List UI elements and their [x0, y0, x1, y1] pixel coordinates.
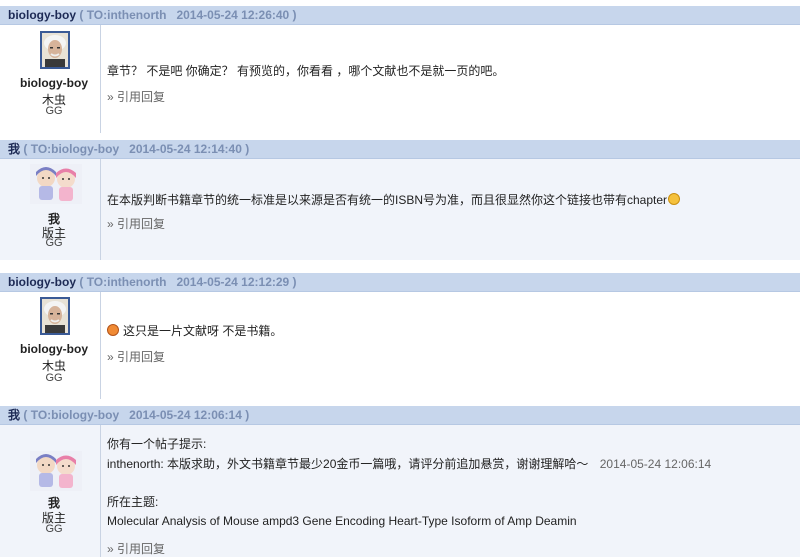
post-3: biology-boy ( TO:inthenorth 2014-05-24 12… [0, 273, 800, 399]
post-date: 2014-05-24 12:12:29 [176, 275, 290, 289]
user-group: GG [45, 372, 63, 384]
quote-reply-link[interactable]: » 引用回复 [107, 540, 165, 557]
post-header: 我 ( TO:biology-boy 2014-05-24 12:06:14 ) [0, 406, 800, 425]
user-name[interactable]: biology-boy [8, 76, 100, 90]
post-body: 我 版主 GG 你有一个帖子提示: inthenorth: 本版求助，外文书籍章… [0, 425, 800, 557]
user-group: GG [45, 105, 63, 117]
einstein-avatar-icon[interactable] [40, 297, 70, 335]
cartoon-couple-avatar-icon[interactable] [30, 451, 82, 491]
post-header: biology-boy ( TO:inthenorth 2014-05-24 12… [0, 6, 800, 25]
post-author[interactable]: 我 [8, 142, 20, 156]
sweat-emoji-icon [107, 324, 119, 336]
post-date: 2014-05-24 12:26:40 [176, 8, 290, 22]
notice-date: 2014-05-24 12:06:14 [599, 457, 712, 471]
post-header: biology-boy ( TO:inthenorth 2014-05-24 12… [0, 273, 800, 292]
quote-reply-link[interactable]: » 引用回复 [107, 215, 165, 232]
notice-title: 你有一个帖子提示: [107, 437, 207, 451]
user-info: biology-boy 木虫 GG [8, 292, 101, 399]
post-author[interactable]: biology-boy [8, 275, 76, 289]
post-4: 我 ( TO:biology-boy 2014-05-24 12:06:14 ) … [0, 406, 800, 557]
post-2: 我 ( TO:biology-boy 2014-05-24 12:14:40 ) … [0, 140, 800, 260]
post-recipient: TO:biology-boy [30, 408, 120, 422]
cartoon-couple-avatar-icon[interactable] [30, 164, 82, 204]
post-body: biology-boy 木虫 GG 这只是一片文献呀 不是书籍。 » 引用回复 [0, 292, 800, 399]
post-date: 2014-05-24 12:14:40 [129, 142, 242, 156]
user-info: 我 版主 GG [8, 159, 101, 260]
einstein-avatar-icon[interactable] [40, 31, 70, 69]
post-content-row: 这只是一片文献呀 不是书籍。 [107, 322, 282, 339]
notice-line[interactable]: inthenorth: 本版求助，外文书籍章节最少20金币一篇哦，请评分前追加悬… [107, 457, 588, 471]
post-recipient: TO:inthenorth [86, 275, 167, 289]
post-content: 章节？ 不是吧 你确定？ 有预览的，你看看 ，哪个文献也不是就一页的吧。 [107, 64, 505, 78]
post-body: 我 版主 GG 在本版判断书籍章节的统一标准是以来源是否有统一的ISBN号为准，… [0, 159, 800, 260]
post-recipient: TO:inthenorth [86, 8, 167, 22]
smiley-icon [668, 193, 681, 205]
post-date: 2014-05-24 12:06:14 [129, 408, 242, 422]
user-group: GG [45, 237, 63, 249]
post-header: 我 ( TO:biology-boy 2014-05-24 12:14:40 ) [0, 140, 800, 159]
quote-reply-link[interactable]: » 引用回复 [107, 88, 165, 105]
notice-row: inthenorth: 本版求助，外文书籍章节最少20金币一篇哦，请评分前追加悬… [107, 455, 711, 472]
quote-reply-link[interactable]: » 引用回复 [107, 348, 165, 365]
post-content: 这只是一片文献呀 不是书籍。 [123, 324, 283, 338]
post-content-row: 在本版判断书籍章节的统一标准是以来源是否有统一的ISBN号为准，而且很显然你这个… [107, 191, 681, 208]
post-author[interactable]: biology-boy [8, 8, 76, 22]
post-recipient: TO:biology-boy [30, 142, 120, 156]
user-info: 我 版主 GG [8, 425, 101, 557]
topic-link[interactable]: Molecular Analysis of Mouse ampd3 Gene E… [107, 514, 577, 528]
topic-title: 所在主题: [107, 495, 159, 509]
post-content: 在本版判断书籍章节的统一标准是以来源是否有统一的ISBN号为准，而且很显然你这个… [107, 193, 668, 207]
post-body: biology-boy 木虫 GG 章节？ 不是吧 你确定？ 有预览的，你看看 … [0, 25, 800, 133]
user-group: GG [45, 523, 63, 535]
post-1: biology-boy ( TO:inthenorth 2014-05-24 12… [0, 6, 800, 133]
user-info: biology-boy 木虫 GG [8, 25, 101, 133]
user-name[interactable]: biology-boy [8, 342, 100, 356]
post-author[interactable]: 我 [8, 408, 20, 422]
